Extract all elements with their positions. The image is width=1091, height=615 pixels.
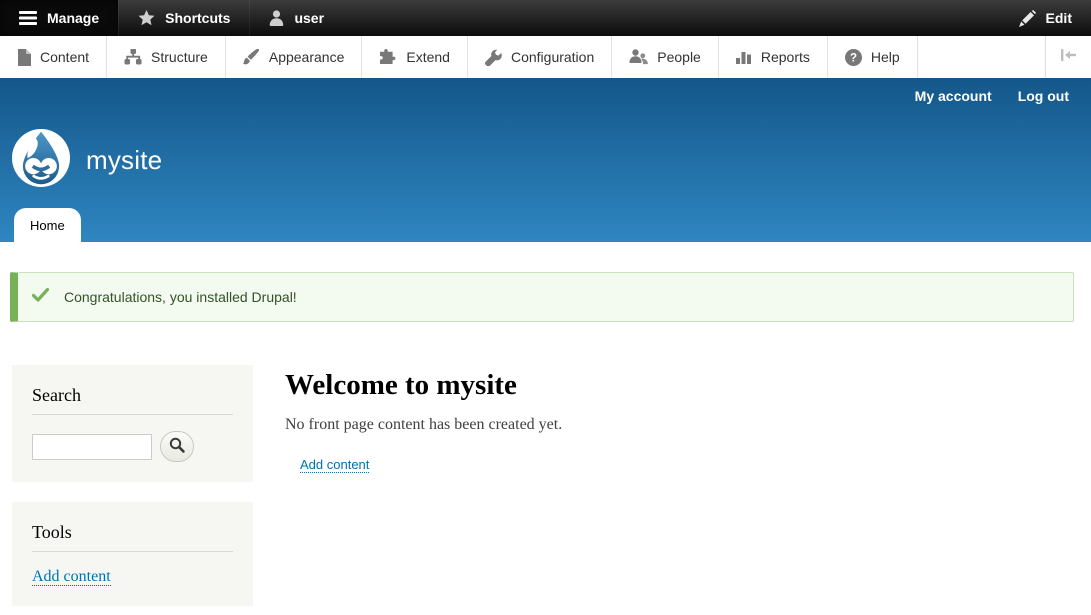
bar-chart-icon: [736, 49, 752, 65]
search-block-title: Search: [32, 385, 233, 415]
toolbar-item-label: Content: [40, 49, 89, 65]
pencil-icon: [1019, 10, 1036, 27]
toolbar-item-reports[interactable]: Reports: [719, 36, 828, 78]
site-name[interactable]: mysite: [86, 145, 162, 176]
document-icon: [17, 49, 31, 66]
main-content: Congratulations, you installed Drupal! S…: [0, 242, 1091, 615]
sidebar-first: Search Tools Add content: [12, 365, 253, 615]
toolbar-item-structure[interactable]: Structure: [107, 36, 226, 78]
admin-bar-item-shortcuts[interactable]: Shortcuts: [118, 0, 249, 36]
drupal-drop-icon[interactable]: [12, 129, 70, 192]
log-out-link[interactable]: Log out: [1018, 88, 1069, 104]
admin-bar-item-label: Shortcuts: [165, 10, 230, 26]
site-header: My account Log out mysite Home: [0, 78, 1091, 242]
search-block: Search: [12, 365, 253, 482]
toolbar-item-label: Configuration: [511, 49, 594, 65]
paintbrush-icon: [243, 49, 260, 65]
add-content-action-link[interactable]: Add content: [300, 457, 369, 473]
admin-bar-item-label: user: [294, 10, 324, 26]
hamburger-icon: [19, 11, 37, 25]
tab-home[interactable]: Home: [14, 208, 81, 242]
toolbar-collapse-button[interactable]: [1045, 36, 1091, 78]
toolbar-item-help[interactable]: ? Help: [828, 36, 918, 78]
checkmark-icon: [32, 288, 49, 307]
admin-bar-edit-label: Edit: [1046, 10, 1072, 26]
tools-block-title: Tools: [32, 522, 233, 552]
empty-frontpage-text: No front page content has been created y…: [285, 416, 1091, 434]
admin-bar-item-user[interactable]: user: [249, 0, 343, 36]
toolbar-item-people[interactable]: People: [612, 36, 719, 78]
admin-bar-edit-button[interactable]: Edit: [1000, 0, 1091, 36]
tools-block: Tools Add content: [12, 502, 253, 606]
toolbar-spacer: [918, 36, 1045, 78]
search-form: [32, 431, 233, 462]
people-icon: [629, 49, 648, 65]
secondary-menu: My account Log out: [915, 88, 1069, 104]
page-title: Welcome to mysite: [285, 369, 1091, 402]
my-account-link[interactable]: My account: [915, 88, 992, 104]
status-message-text: Congratulations, you installed Drupal!: [64, 289, 297, 305]
collapse-left-icon: [1060, 48, 1078, 67]
search-submit-button[interactable]: [160, 431, 194, 462]
admin-toolbar-bar: Manage Shortcuts user Edit: [0, 0, 1091, 36]
toolbar-item-label: Appearance: [269, 49, 345, 65]
page-content: Welcome to mysite No front page content …: [253, 365, 1091, 615]
toolbar-item-configuration[interactable]: Configuration: [468, 36, 612, 78]
magnifier-icon: [169, 437, 185, 456]
sitemap-icon: [124, 49, 142, 65]
primary-tabs: Home: [14, 208, 81, 242]
search-input[interactable]: [32, 434, 152, 460]
puzzle-icon: [379, 49, 397, 65]
user-icon: [269, 10, 284, 26]
admin-bar-spacer: [343, 0, 1000, 36]
admin-bar-item-label: Manage: [47, 10, 99, 26]
svg-text:?: ?: [850, 52, 857, 64]
wrench-icon: [485, 49, 502, 66]
toolbar-item-label: Structure: [151, 49, 208, 65]
site-branding: mysite: [12, 129, 162, 192]
toolbar-item-extend[interactable]: Extend: [362, 36, 468, 78]
admin-menu-toolbar: Content Structure Appearance Extend Conf…: [0, 36, 1091, 78]
toolbar-item-label: Reports: [761, 49, 810, 65]
admin-bar-item-manage[interactable]: Manage: [0, 0, 118, 36]
status-message: Congratulations, you installed Drupal!: [10, 272, 1074, 322]
toolbar-item-label: Help: [871, 49, 900, 65]
toolbar-item-appearance[interactable]: Appearance: [226, 36, 363, 78]
toolbar-item-content[interactable]: Content: [0, 36, 107, 78]
question-icon: ?: [845, 49, 862, 66]
toolbar-item-label: Extend: [406, 49, 450, 65]
toolbar-item-label: People: [657, 49, 701, 65]
tools-add-content-link[interactable]: Add content: [32, 568, 111, 586]
star-icon: [138, 10, 155, 26]
